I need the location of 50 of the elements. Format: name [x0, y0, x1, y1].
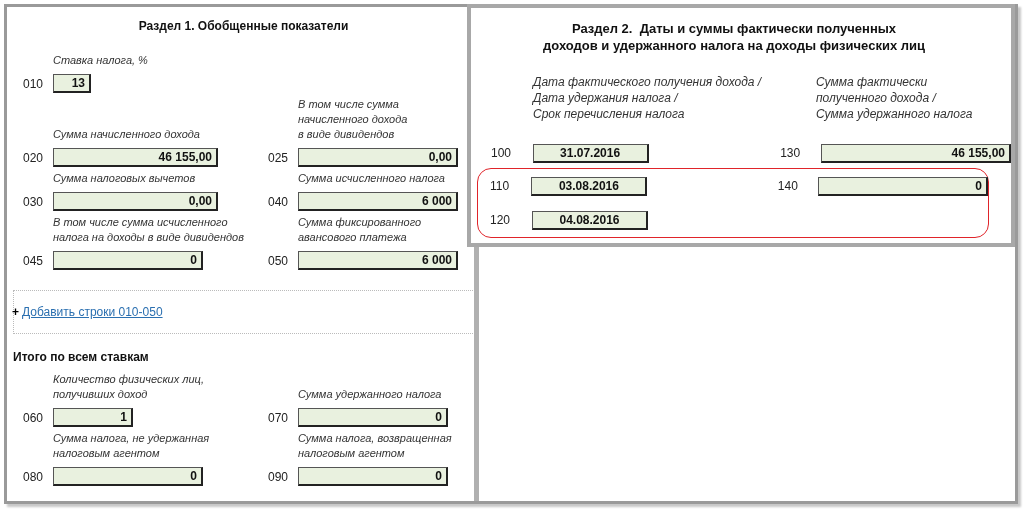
- field-label: Сумма начисленного дохода: [53, 127, 201, 142]
- field-label: Ставка налога, %: [53, 53, 149, 68]
- field-label: Дата фактического получения дохода / Дата удержания налога / Срок перечисления налога: [533, 74, 763, 122]
- line-code: 140: [777, 178, 799, 195]
- field-label: Сумма налоговых вычетов: [53, 171, 197, 186]
- line-code: 025: [268, 149, 290, 167]
- line-code: 020: [23, 149, 45, 167]
- field-label: Сумма налога, возвращенная налоговым агентом: [298, 431, 453, 461]
- input-field[interactable]: 46 155,00: [820, 143, 1011, 163]
- line-code: 100: [490, 145, 513, 162]
- input-field[interactable]: 13: [53, 74, 91, 93]
- field-label: В том числе сумма исчисленного налога на доходы в виде дивидендов: [53, 215, 245, 245]
- field-label: Количество физических лиц, получивших доход: [53, 372, 205, 402]
- input-field[interactable]: 0: [298, 408, 448, 427]
- input-field[interactable]: 1: [53, 408, 133, 427]
- line-code: 130: [780, 145, 802, 162]
- field-label: Сумма налога, не удержанная налоговым агентом: [53, 431, 211, 461]
- field-label: Сумма удержанного налога: [298, 387, 443, 402]
- section-title: Раздел 1. Обобщенные показатели: [137, 18, 350, 35]
- add-rows-link[interactable]: Добавить строки 010-050: [22, 303, 163, 321]
- section-title: Раздел 2. Даты и суммы фактически полученных доходов и удержанного налога на доходы физических лиц: [542, 20, 926, 54]
- field-label: Сумма фиксированного авансового платежа: [298, 215, 423, 245]
- line-code: 050: [268, 252, 290, 270]
- input-field[interactable]: 0: [298, 467, 448, 486]
- input-field[interactable]: 0: [818, 176, 988, 196]
- input-field[interactable]: 0: [53, 251, 203, 270]
- input-field[interactable]: 03.08.2016: [531, 176, 648, 196]
- input-field[interactable]: 0,00: [53, 192, 218, 211]
- totals-heading: Итого по всем ставкам: [13, 349, 150, 366]
- input-field[interactable]: 46 155,00: [53, 148, 218, 167]
- input-field[interactable]: 6 000: [298, 251, 458, 270]
- input-field[interactable]: 6 000: [298, 192, 458, 211]
- input-field[interactable]: 0,00: [298, 148, 458, 167]
- plus-icon: +: [12, 303, 19, 321]
- line-code: 070: [268, 409, 290, 427]
- line-code: 120: [489, 212, 512, 229]
- line-code: 090: [268, 468, 290, 486]
- field-label: В том числе сумма начисленного дохода в виде дивидендов: [298, 97, 409, 142]
- input-field[interactable]: 04.08.2016: [532, 210, 648, 230]
- field-label: Сумма исчисленного налога: [298, 171, 446, 186]
- input-field[interactable]: 31.07.2016: [532, 143, 649, 163]
- line-code: 045: [23, 252, 45, 270]
- line-code: 080: [23, 468, 45, 486]
- line-code: 040: [268, 193, 290, 211]
- input-field[interactable]: 0: [53, 467, 203, 486]
- line-code: 110: [489, 178, 511, 195]
- line-code: 010: [23, 75, 45, 93]
- line-code: 030: [23, 193, 45, 211]
- line-code: 060: [23, 409, 45, 427]
- field-label: Сумма фактически полученного дохода / Сумма удержанного налога: [816, 74, 973, 122]
